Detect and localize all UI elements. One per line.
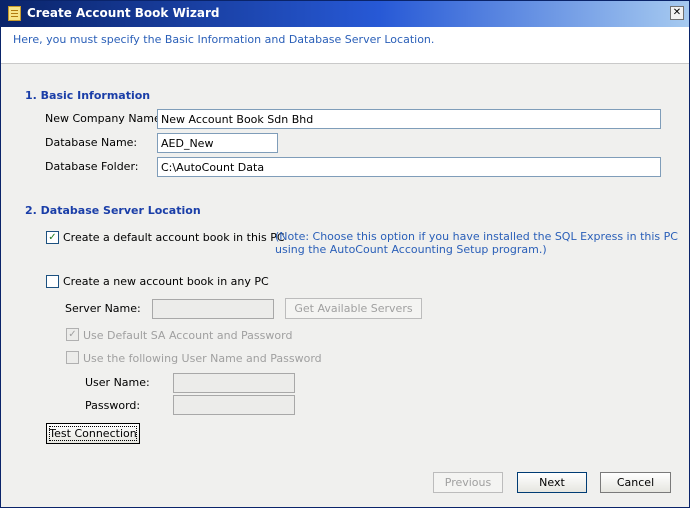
- close-button[interactable]: ✕: [670, 6, 684, 20]
- default-pc-checkbox[interactable]: ✓: [46, 231, 59, 244]
- user-pass-label[interactable]: Use the following User Name and Password: [83, 352, 322, 365]
- database-name-label: Database Name:: [45, 136, 138, 149]
- database-folder-input[interactable]: [157, 157, 661, 177]
- wizard-window: Create Account Book Wizard ✕ Here, you m…: [0, 0, 690, 508]
- cancel-button[interactable]: Cancel: [600, 472, 671, 493]
- window-title: Create Account Book Wizard: [27, 6, 220, 20]
- default-sa-label[interactable]: Use Default SA Account and Password: [83, 329, 292, 342]
- user-name-label: User Name:: [85, 376, 150, 389]
- server-name-input[interactable]: [152, 299, 274, 319]
- default-pc-label[interactable]: Create a default account book in this PC: [63, 231, 285, 244]
- company-name-label: New Company Name:: [45, 112, 165, 125]
- header-instruction: Here, you must specify the Basic Informa…: [13, 33, 435, 46]
- any-pc-label[interactable]: Create a new account book in any PC: [63, 275, 269, 288]
- close-icon: ✕: [672, 7, 682, 18]
- wizard-header: Here, you must specify the Basic Informa…: [1, 27, 689, 65]
- get-available-servers-button[interactable]: Get Available Servers: [285, 298, 422, 319]
- setup-note-line2: using the AutoCount Accounting Setup pro…: [275, 243, 547, 256]
- next-button[interactable]: Next: [517, 472, 587, 493]
- database-folder-label: Database Folder:: [45, 160, 139, 173]
- server-name-label: Server Name:: [65, 302, 141, 315]
- previous-button[interactable]: Previous: [433, 472, 503, 493]
- title-bar[interactable]: Create Account Book Wizard ✕: [1, 1, 689, 27]
- database-name-input[interactable]: [157, 133, 278, 153]
- any-pc-checkbox[interactable]: [46, 275, 59, 288]
- company-name-input[interactable]: [157, 109, 661, 129]
- password-input[interactable]: [173, 395, 295, 415]
- password-label: Password:: [85, 399, 141, 412]
- database-server-location-title: 2. Database Server Location: [25, 204, 201, 217]
- user-name-input[interactable]: [173, 373, 295, 393]
- wizard-content: 1. Basic Information New Company Name: D…: [1, 64, 689, 507]
- check-icon: ✓: [68, 329, 77, 340]
- basic-information-title: 1. Basic Information: [25, 89, 151, 102]
- test-connection-button[interactable]: Test Connection: [46, 423, 140, 444]
- setup-note-line1: (Note: Choose this option if you have in…: [275, 230, 678, 243]
- check-icon: ✓: [48, 232, 57, 243]
- wizard-book-icon: [8, 6, 21, 21]
- user-pass-checkbox[interactable]: [66, 351, 79, 364]
- default-sa-checkbox[interactable]: ✓: [66, 328, 79, 341]
